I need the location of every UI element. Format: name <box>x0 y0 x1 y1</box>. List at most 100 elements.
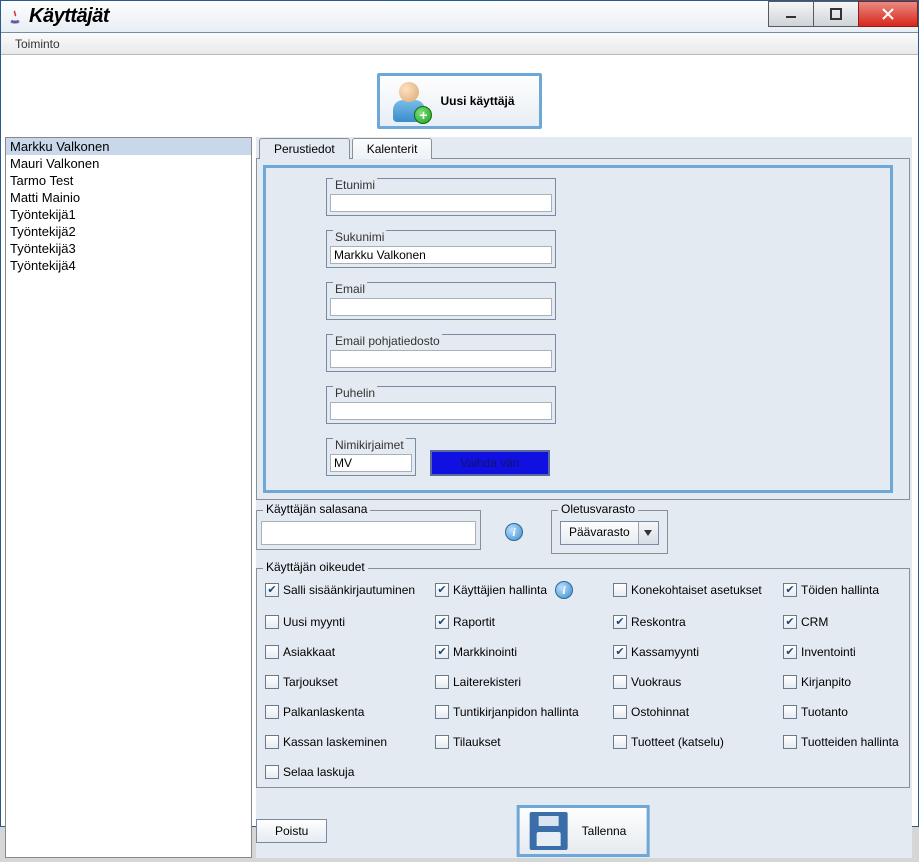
permission-label: Raportit <box>453 615 495 629</box>
checkbox[interactable] <box>265 645 279 659</box>
permission-item[interactable]: Raportit <box>435 615 613 629</box>
permission-item[interactable]: Kirjanpito <box>783 675 919 689</box>
input-email[interactable] <box>330 298 552 316</box>
checkbox[interactable] <box>783 615 797 629</box>
checkbox[interactable] <box>613 615 627 629</box>
new-user-button[interactable]: + Uusi käyttäjä <box>377 73 541 129</box>
checkbox[interactable] <box>435 675 449 689</box>
minimize-button[interactable] <box>768 1 814 27</box>
checkbox[interactable] <box>265 765 279 779</box>
permission-item[interactable]: Palkanlaskenta <box>265 705 435 719</box>
permission-item[interactable]: Tuntikirjanpidon hallinta <box>435 705 613 719</box>
checkbox[interactable] <box>265 705 279 719</box>
user-item[interactable]: Matti Mainio <box>6 189 251 206</box>
permission-item[interactable]: Inventointi <box>783 645 919 659</box>
permission-item[interactable]: Asiakkaat <box>265 645 435 659</box>
permission-item[interactable]: Tuotteiden hallinta <box>783 735 919 749</box>
checkbox[interactable] <box>435 615 449 629</box>
permission-item[interactable]: Käyttäjien hallintai <box>435 581 613 599</box>
permission-label: Palkanlaskenta <box>283 705 364 719</box>
permission-item[interactable]: Tarjoukset <box>265 675 435 689</box>
user-item[interactable]: Markku Valkonen <box>6 138 251 155</box>
permission-item[interactable]: Kassan laskeminen <box>265 735 435 749</box>
checkbox[interactable] <box>783 735 797 749</box>
permission-item[interactable]: Ostohinnat <box>613 705 783 719</box>
tab-panel: Etunimi Sukunimi Email Email pohjat <box>256 158 910 500</box>
permission-label: Tuotteiden hallinta <box>801 735 899 749</box>
checkbox[interactable] <box>613 705 627 719</box>
input-firstname[interactable] <box>330 194 552 212</box>
permission-item[interactable]: Reskontra <box>613 615 783 629</box>
change-color-button[interactable]: Vaihda väri <box>430 450 550 476</box>
user-item[interactable]: Työntekijä4 <box>6 257 251 274</box>
checkbox[interactable] <box>613 583 627 597</box>
close-button[interactable] <box>858 1 918 27</box>
permission-item[interactable]: Markkinointi <box>435 645 613 659</box>
checkbox[interactable] <box>613 645 627 659</box>
permission-label: Asiakkaat <box>283 645 335 659</box>
content: + Uusi käyttäjä Markku ValkonenMauri Val… <box>1 55 918 826</box>
permission-item[interactable]: Laiterekisteri <box>435 675 613 689</box>
label-lastname: Sukunimi <box>333 230 386 244</box>
permission-item[interactable]: Konekohtaiset asetukset <box>613 581 783 599</box>
save-label: Tallenna <box>582 824 627 838</box>
checkbox[interactable] <box>783 645 797 659</box>
permission-item[interactable]: Vuokraus <box>613 675 783 689</box>
permission-label: Ostohinnat <box>631 705 689 719</box>
right-pane: Perustiedot Kalenterit Etunimi Sukunimi <box>256 137 912 858</box>
permission-label: Laiterekisteri <box>453 675 521 689</box>
permission-label: CRM <box>801 615 828 629</box>
user-item[interactable]: Mauri Valkonen <box>6 155 251 172</box>
exit-button[interactable]: Poistu <box>256 819 327 843</box>
permission-item[interactable]: Salli sisäänkirjautuminen <box>265 581 435 599</box>
checkbox[interactable] <box>435 583 449 597</box>
tab-kalenterit[interactable]: Kalenterit <box>352 138 433 159</box>
tab-perustiedot[interactable]: Perustiedot <box>259 138 350 159</box>
checkbox[interactable] <box>783 675 797 689</box>
warehouse-combo[interactable]: Päävarasto <box>560 521 659 545</box>
save-icon <box>530 812 568 850</box>
field-lastname: Sukunimi <box>326 230 556 268</box>
checkbox[interactable] <box>265 735 279 749</box>
checkbox[interactable] <box>613 675 627 689</box>
permission-label: Tuntikirjanpidon hallinta <box>453 705 579 719</box>
input-emailtpl[interactable] <box>330 350 552 368</box>
input-initials[interactable] <box>330 454 412 472</box>
user-list[interactable]: Markku ValkonenMauri ValkonenTarmo TestM… <box>5 137 252 858</box>
input-lastname[interactable] <box>330 246 552 264</box>
permission-item[interactable]: Selaa laskuja <box>265 765 435 779</box>
input-password[interactable] <box>261 521 476 545</box>
user-item[interactable]: Tarmo Test <box>6 172 251 189</box>
permission-label: Inventointi <box>801 645 856 659</box>
permission-item[interactable]: CRM <box>783 615 919 629</box>
info-icon[interactable]: i <box>505 523 523 541</box>
input-phone[interactable] <box>330 402 552 420</box>
label-phone: Puhelin <box>333 386 377 400</box>
permission-item[interactable]: Tuotanto <box>783 705 919 719</box>
permission-label: Konekohtaiset asetukset <box>631 583 762 597</box>
checkbox[interactable] <box>435 735 449 749</box>
window-controls <box>769 1 918 27</box>
checkbox[interactable] <box>783 705 797 719</box>
checkbox[interactable] <box>613 735 627 749</box>
user-item[interactable]: Työntekijä3 <box>6 240 251 257</box>
permission-label: Tarjoukset <box>283 675 338 689</box>
save-button[interactable]: Tallenna <box>517 805 650 857</box>
menu-toiminto[interactable]: Toiminto <box>7 35 68 53</box>
permission-item[interactable]: Töiden hallinta <box>783 581 919 599</box>
permission-item[interactable]: Tuotteet (katselu) <box>613 735 783 749</box>
permission-item[interactable]: Uusi myynti <box>265 615 435 629</box>
user-item[interactable]: Työntekijä1 <box>6 206 251 223</box>
checkbox[interactable] <box>265 583 279 597</box>
checkbox[interactable] <box>435 705 449 719</box>
user-item[interactable]: Työntekijä2 <box>6 223 251 240</box>
checkbox[interactable] <box>265 675 279 689</box>
permission-item[interactable]: Tilaukset <box>435 735 613 749</box>
info-icon[interactable]: i <box>555 581 573 599</box>
checkbox[interactable] <box>435 645 449 659</box>
checkbox[interactable] <box>783 583 797 597</box>
permission-item[interactable]: Kassamyynti <box>613 645 783 659</box>
label-permissions: Käyttäjän oikeudet <box>263 560 368 574</box>
checkbox[interactable] <box>265 615 279 629</box>
maximize-button[interactable] <box>813 1 859 27</box>
